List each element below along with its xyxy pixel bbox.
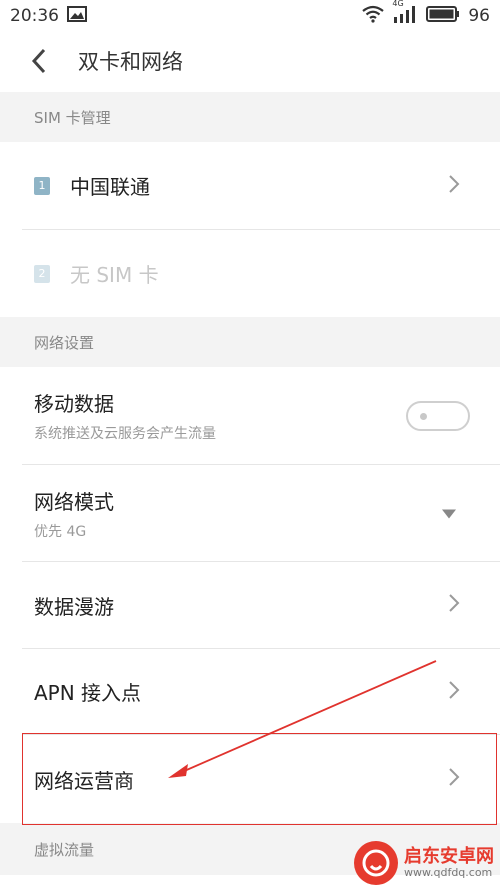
watermark: 启东安卓网 www.qdfdq.com [354, 841, 494, 885]
sim2-badge: 2 [34, 264, 50, 283]
mobile-data-label: 移动数据 [34, 392, 114, 416]
page-title: 双卡和网络 [78, 50, 183, 74]
roaming-label: 数据漫游 [34, 594, 114, 619]
watermark-logo-icon [354, 841, 398, 885]
section-header-sim: SIM 卡管理 [0, 92, 500, 142]
chevron-right-icon [448, 680, 460, 704]
sim2-label: 无 SIM 卡 [70, 263, 159, 287]
dropdown-arrow-icon [442, 504, 456, 523]
section-header-network: 网络设置 [0, 317, 500, 367]
network-type: 4G [392, 0, 404, 8]
watermark-title: 启东安卓网 [404, 846, 494, 868]
sim1-badge: 1 [34, 176, 50, 195]
mobile-data-toggle[interactable] [406, 400, 470, 431]
section-header-label: SIM 卡管理 [34, 108, 111, 127]
network-mode-row[interactable]: 网络模式 优先 4G [0, 465, 500, 561]
mobile-data-sub: 系统推送及云服务会产生流量 [34, 426, 216, 442]
sim1-index: 1 [38, 179, 46, 192]
operator-row[interactable]: 网络运营商 [0, 735, 500, 823]
wifi-icon [362, 5, 385, 28]
watermark-url: www.qdfdq.com [404, 865, 493, 879]
roaming-row[interactable]: 数据漫游 [0, 562, 500, 648]
back-button[interactable] [0, 32, 78, 90]
image-icon [67, 5, 87, 27]
chevron-right-icon [448, 767, 460, 791]
app-bar: 双卡和网络 [0, 32, 500, 90]
sim2-row: 2 无 SIM 卡 [0, 230, 500, 317]
battery-level: 96 [468, 6, 490, 26]
network-mode-label: 网络模式 [34, 489, 114, 514]
sim2-index: 2 [38, 267, 46, 280]
mobile-data-row[interactable]: 移动数据 系统推送及云服务会产生流量 [0, 367, 500, 464]
status-bar: 20:36 4G 96 [0, 0, 500, 32]
sim1-row[interactable]: 1 中国联通 [0, 142, 500, 229]
status-time: 20:36 [10, 6, 59, 26]
sim1-label: 中国联通 [70, 175, 150, 199]
apn-row[interactable]: APN 接入点 [0, 649, 500, 734]
battery-icon [426, 5, 460, 27]
section-header-label: 网络设置 [34, 333, 95, 352]
chevron-right-icon [448, 174, 460, 198]
apn-label: APN 接入点 [34, 681, 142, 705]
network-mode-sub: 优先 4G [34, 523, 87, 540]
toggle-knob [420, 412, 427, 420]
chevron-left-icon [31, 48, 46, 74]
signal-icon: 4G [392, 0, 418, 28]
section-header-label: 虚拟流量 [34, 840, 95, 859]
chevron-right-icon [448, 593, 460, 617]
operator-label: 网络运营商 [34, 768, 134, 793]
